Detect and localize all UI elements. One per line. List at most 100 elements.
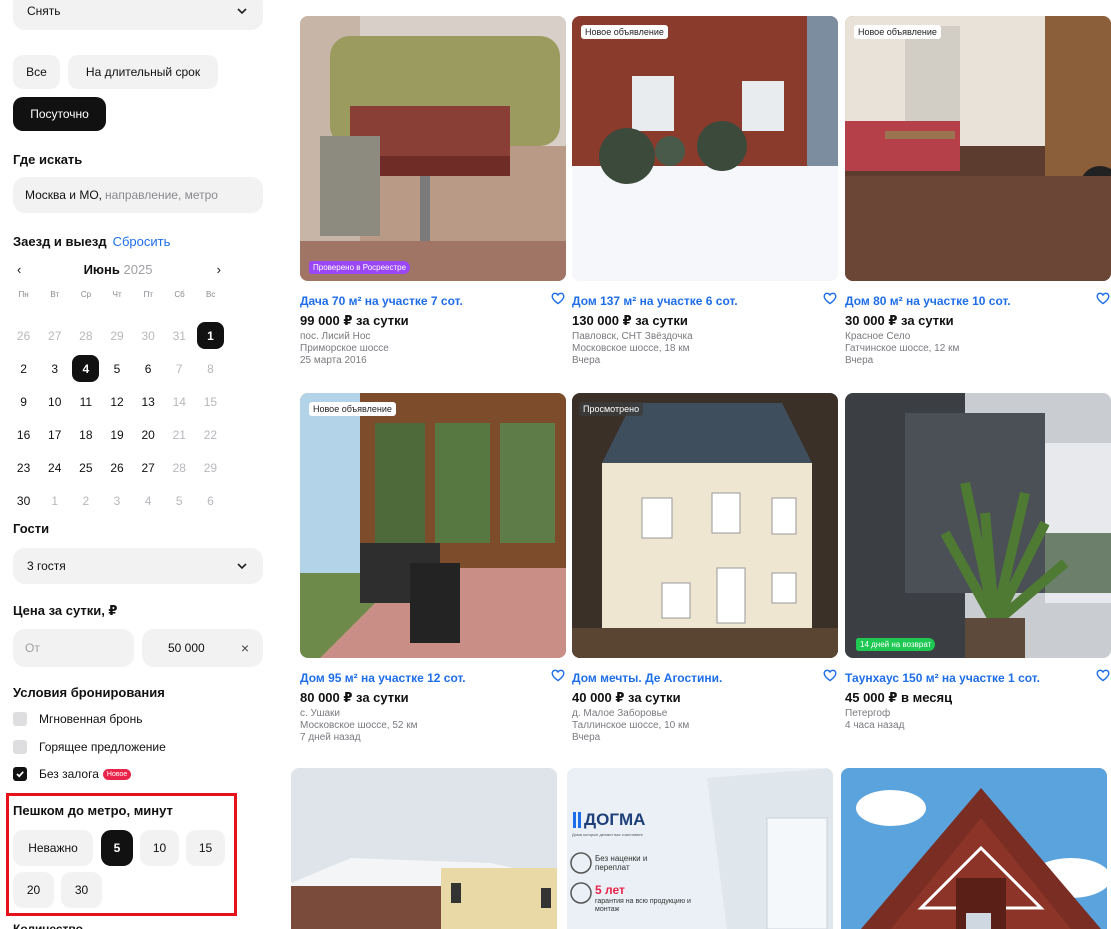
calendar-day[interactable]: 26 bbox=[101, 454, 132, 482]
rent-option-daily[interactable]: Посуточно bbox=[13, 97, 106, 131]
listing-photo[interactable]: Новое объявление bbox=[300, 393, 566, 658]
deal-type-select[interactable]: Снять bbox=[13, 0, 263, 30]
listing-title[interactable]: Дом 137 м² на участке 6 сот. bbox=[572, 292, 838, 308]
calendar-day: 4 bbox=[144, 493, 152, 508]
listing-title[interactable]: Дача 70 м² на участке 7 сот. bbox=[300, 292, 566, 308]
heart-icon[interactable] bbox=[822, 290, 838, 306]
listing-card[interactable]: Просмотрено Дом мечты. Де Агостини. 40 0… bbox=[572, 393, 838, 744]
next-filter-title: Количество bbox=[13, 922, 83, 929]
listing-photo[interactable] bbox=[291, 768, 557, 929]
calendar-day[interactable]: 19 bbox=[101, 421, 132, 449]
deal-type-value: Снять bbox=[27, 4, 61, 18]
chevron-down-icon bbox=[237, 8, 247, 15]
calendar-month: Июнь 2025 bbox=[83, 262, 153, 277]
metro-option-30[interactable]: 30 bbox=[61, 872, 102, 908]
guests-select[interactable]: 3 гостя bbox=[13, 548, 263, 584]
calendar-day[interactable]: 21 bbox=[164, 421, 195, 449]
metro-option-10[interactable]: 10 bbox=[140, 830, 179, 866]
calendar-day[interactable]: 9 bbox=[8, 388, 39, 416]
listing-card[interactable] bbox=[841, 768, 1107, 929]
calendar-day[interactable]: 12 bbox=[101, 388, 132, 416]
ad-photo[interactable]: ДОГМА Дома которые делают вас счастливее… bbox=[567, 768, 833, 929]
calendar-day[interactable]: 16 bbox=[8, 421, 39, 449]
calendar-day[interactable]: 30 bbox=[8, 487, 39, 515]
calendar-day: 27 bbox=[48, 328, 62, 343]
heart-icon[interactable] bbox=[822, 667, 838, 683]
calendar-day[interactable]: 7 bbox=[164, 355, 195, 383]
listing-title[interactable]: Таунхаус 150 м² на участке 1 сот. bbox=[845, 669, 1111, 685]
listing-card[interactable]: Новое объявление Дом 95 м² на участке 12… bbox=[300, 393, 566, 744]
metro-option-5[interactable]: 5 bbox=[101, 830, 133, 866]
checkbox-no-deposit[interactable]: Без залога Новое bbox=[13, 767, 132, 781]
clear-icon[interactable]: × bbox=[241, 640, 249, 656]
calendar-weekdays: Пн Вт Ср Чт Пт Сб Вс bbox=[18, 290, 216, 299]
verified-badge: Проверено в Росреестре bbox=[309, 261, 411, 274]
listing-card[interactable] bbox=[291, 768, 557, 929]
rent-option-long-term[interactable]: На длительный срок bbox=[68, 55, 218, 89]
heart-icon[interactable] bbox=[1095, 667, 1111, 683]
calendar-day[interactable]: 13 bbox=[133, 388, 164, 416]
checkbox-icon bbox=[13, 712, 27, 726]
calendar-day[interactable]: 5 bbox=[101, 355, 132, 383]
listing-meta: д. Малое Заборовье Таллинское шоссе, 10 … bbox=[572, 708, 690, 743]
calendar-day[interactable]: 28 bbox=[164, 454, 195, 482]
calendar-day-selected[interactable]: 1 bbox=[195, 322, 226, 350]
ad-banner[interactable]: ДОГМА Дома которые делают вас счастливее… bbox=[567, 768, 833, 929]
listing-photo[interactable]: Просмотрено bbox=[572, 393, 838, 658]
calendar-day[interactable]: 2 bbox=[8, 355, 39, 383]
calendar-day: 26 bbox=[16, 328, 31, 343]
rent-option-all[interactable]: Все bbox=[13, 55, 60, 89]
heart-icon[interactable] bbox=[550, 667, 566, 683]
location-input[interactable]: Москва и МО, направление, метро bbox=[13, 177, 263, 213]
checkbox-instant-booking[interactable]: Мгновенная бронь bbox=[13, 712, 142, 726]
viewed-badge: Просмотрено bbox=[579, 402, 644, 416]
price-from-input[interactable]: От bbox=[13, 629, 134, 667]
calendar-day[interactable]: 27 bbox=[133, 454, 164, 482]
calendar-day[interactable]: 20 bbox=[133, 421, 164, 449]
metro-option-20[interactable]: 20 bbox=[13, 872, 54, 908]
calendar-day[interactable]: 15 bbox=[195, 388, 226, 416]
location-placeholder: направление, метро bbox=[105, 188, 218, 202]
filters-sidebar: Снять Все На длительный срок Посуточно Г… bbox=[0, 0, 290, 929]
heart-icon[interactable] bbox=[1095, 290, 1111, 306]
calendar-day[interactable]: 8 bbox=[195, 355, 226, 383]
listing-photo[interactable]: Новое объявление bbox=[845, 16, 1111, 281]
metro-option-any[interactable]: Неважно bbox=[13, 830, 93, 866]
calendar-day: 28 bbox=[79, 328, 93, 343]
calendar-day: 29 bbox=[110, 328, 124, 343]
location-value: Москва и МО, bbox=[25, 188, 103, 202]
heart-icon[interactable] bbox=[550, 290, 566, 306]
calendar-day[interactable]: 17 bbox=[39, 421, 70, 449]
listing-title[interactable]: Дом 80 м² на участке 10 сот. bbox=[845, 292, 1111, 308]
metro-title: Пешком до метро, минут bbox=[13, 803, 173, 818]
calendar-day-selected[interactable]: 4 bbox=[70, 355, 101, 383]
calendar-day[interactable]: 10 bbox=[39, 388, 70, 416]
calendar-day[interactable]: 25 bbox=[70, 454, 101, 482]
dates-reset-link[interactable]: Сбросить bbox=[113, 234, 171, 249]
new-listing-badge: Новое объявление bbox=[854, 25, 941, 39]
listing-card[interactable]: Проверено в Росреестре Дача 70 м² на уча… bbox=[300, 16, 566, 367]
listing-price: 45 000 ₽ в месяц bbox=[845, 690, 953, 705]
listing-title[interactable]: Дом мечты. Де Агостини. bbox=[572, 669, 838, 685]
listing-card[interactable]: 14 дней на возврат Таунхаус 150 м² на уч… bbox=[845, 393, 1111, 732]
calendar-day[interactable]: 18 bbox=[70, 421, 101, 449]
calendar-day[interactable]: 24 bbox=[39, 454, 70, 482]
listing-photo[interactable]: Проверено в Росреестре bbox=[300, 16, 566, 281]
listing-photo[interactable]: Новое объявление bbox=[572, 16, 838, 281]
listing-title[interactable]: Дом 95 м² на участке 12 сот. bbox=[300, 669, 566, 685]
listing-photo[interactable] bbox=[841, 768, 1107, 929]
listing-photo[interactable]: 14 дней на возврат bbox=[845, 393, 1111, 658]
calendar-day[interactable]: 3 bbox=[39, 355, 70, 383]
calendar-day[interactable]: 29 bbox=[195, 454, 226, 482]
metro-option-15[interactable]: 15 bbox=[186, 830, 225, 866]
listing-card[interactable]: Новое объявление Дом 137 м² на участке 6… bbox=[572, 16, 838, 367]
checkbox-hot-offer[interactable]: Горящее предложение bbox=[13, 740, 166, 754]
calendar-day[interactable]: 23 bbox=[8, 454, 39, 482]
price-to-input[interactable]: 50 000 × bbox=[142, 629, 263, 667]
listing-card[interactable]: Новое объявление Дом 80 м² на участке 10… bbox=[845, 16, 1111, 367]
calendar-day[interactable]: 11 bbox=[70, 388, 101, 416]
calendar-day[interactable]: 14 bbox=[164, 388, 195, 416]
calendar-day[interactable]: 22 bbox=[195, 421, 226, 449]
calendar-day[interactable]: 6 bbox=[133, 355, 164, 383]
next-month-icon[interactable]: › bbox=[217, 262, 221, 277]
